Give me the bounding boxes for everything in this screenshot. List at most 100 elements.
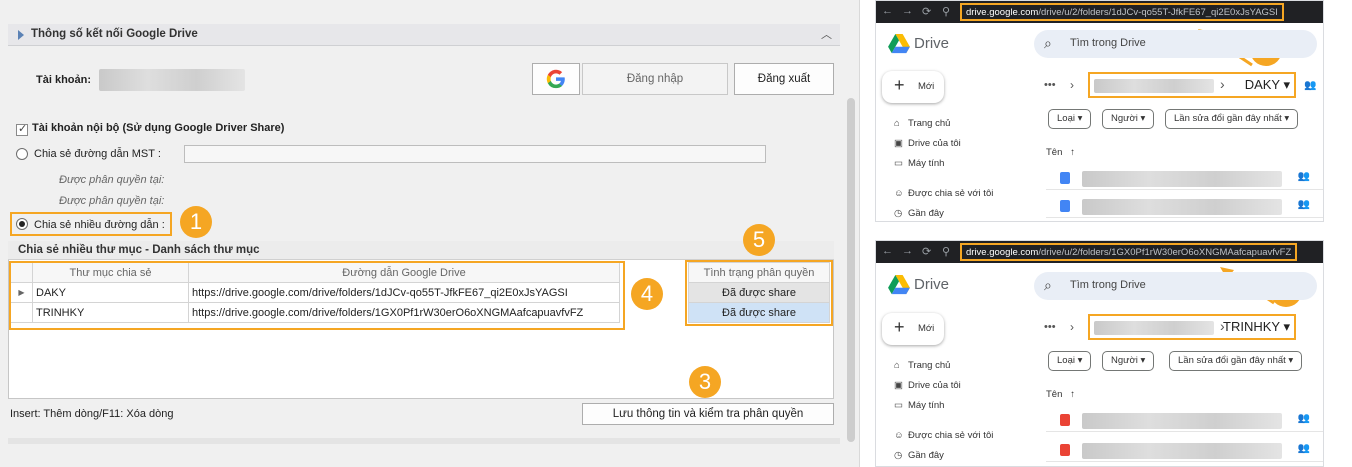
file-row[interactable]: 👥 — [1046, 168, 1323, 190]
google-logo-button[interactable] — [532, 63, 580, 95]
drive-brand: Drive — [914, 276, 950, 293]
status-highlight — [685, 260, 833, 326]
breadcrumb-chevron-icon: › — [1070, 78, 1074, 92]
share-multi-label: Chia sẻ nhiều đường dẫn : — [34, 219, 165, 231]
forward-icon[interactable]: → — [902, 245, 913, 257]
drive-search[interactable]: ⌕ Tìm trong Drive — [1034, 30, 1317, 58]
internal-account-label: Tài khoản nội bộ (Sử dụng Google Driver … — [32, 122, 285, 134]
file-row[interactable]: 👥 — [1046, 410, 1323, 432]
share-mst-radio[interactable] — [16, 148, 28, 163]
section-header[interactable]: Thông số kết nối Google Drive ︿ — [8, 24, 840, 46]
login-button[interactable]: Đăng nhập — [582, 63, 728, 95]
filter-modified[interactable]: Lần sửa đổi gần đây nhất ▾ — [1169, 351, 1303, 371]
filter-type[interactable]: Loại ▾ — [1048, 109, 1092, 129]
sidebar-item-computers[interactable]: ▭ Máy tính — [894, 400, 944, 411]
file-name-redacted — [1082, 413, 1282, 429]
new-button[interactable]: + Mới — [882, 71, 944, 103]
file-row[interactable]: 👥 — [1046, 196, 1323, 218]
shared-icon: ☺ — [894, 188, 904, 199]
computer-icon: ▭ — [894, 158, 903, 169]
account-value-redacted — [99, 69, 245, 91]
share-mst-label: Chia sẻ đường dẫn MST : — [34, 148, 161, 160]
granted-at-label-1: Được phân quyền tại: — [59, 174, 165, 186]
breadcrumb-parent-redacted — [1094, 79, 1214, 93]
computer-icon: ▭ — [894, 400, 903, 411]
home-icon: ⌂ — [894, 118, 900, 129]
new-button[interactable]: + Mới — [882, 313, 944, 345]
section-title: Thông số kết nối Google Drive — [31, 28, 198, 40]
column-name-header[interactable]: Tên ↑ — [1046, 147, 1075, 158]
file-row[interactable]: 👥 — [1046, 440, 1323, 462]
code-file-icon — [1060, 414, 1070, 426]
home-icon: ⌂ — [894, 360, 900, 371]
sidebar-item-shared[interactable]: ☺ Được chia sẻ với tôi — [894, 188, 993, 199]
sidebar-item-home[interactable]: ⌂ Trang chủ — [894, 118, 950, 129]
sidebar-item-home[interactable]: ⌂ Trang chủ — [894, 360, 950, 371]
search-icon: ⌕ — [1044, 35, 1052, 51]
bottom-divider — [8, 438, 840, 444]
share-multi-radio[interactable] — [16, 218, 28, 233]
shared-icon: ☺ — [894, 430, 904, 441]
sidebar-item-recent[interactable]: ◷ Gần đây — [894, 208, 944, 219]
sidebar-item-computers[interactable]: ▭ Máy tính — [894, 158, 944, 169]
expand-triangle-icon — [18, 30, 24, 40]
sidebar-item-recent[interactable]: ◷ Gần đây — [894, 450, 944, 461]
save-and-check-button[interactable]: Lưu thông tin và kiểm tra phân quyền — [582, 403, 834, 425]
clock-icon: ◷ — [894, 450, 903, 461]
search-icon: ⌕ — [1044, 277, 1052, 293]
logout-button[interactable]: Đăng xuất — [734, 63, 834, 95]
breadcrumb-chevron-icon: › — [1070, 320, 1074, 334]
my-drive-icon: ▣ — [894, 138, 903, 149]
folder-grid-title: Chia sẻ nhiều thư mục - Danh sách thư mụ… — [8, 241, 834, 260]
reload-icon[interactable]: ⟳ — [922, 245, 931, 258]
doc-file-icon — [1060, 172, 1070, 184]
share-mst-input[interactable] — [184, 145, 766, 163]
shared-icon: 👥 — [1297, 413, 1310, 424]
sidebar-item-my-drive[interactable]: ▣ Drive của tôi — [894, 380, 961, 391]
internal-account-checkbox[interactable]: ✓ — [16, 122, 28, 137]
plus-icon: + — [894, 317, 905, 337]
forward-icon[interactable]: → — [902, 5, 913, 17]
grid-rows-highlight — [9, 261, 625, 330]
drive-brand: Drive — [914, 35, 950, 52]
sidebar-item-shared[interactable]: ☺ Được chia sẻ với tôi — [894, 430, 993, 441]
reload-icon[interactable]: ⟳ — [922, 5, 931, 18]
collapse-chevron-icon[interactable]: ︿ — [821, 26, 832, 42]
breadcrumb[interactable]: › DAKY ▾ — [1088, 72, 1296, 98]
site-info-icon[interactable]: ⚲ — [942, 5, 950, 18]
address-bar[interactable]: drive.google.com/drive/u/2/folders/1GX0P… — [960, 243, 1298, 261]
current-folder-name[interactable]: TRINHKY ▾ — [1223, 319, 1290, 335]
back-icon[interactable]: ← — [882, 245, 893, 257]
more-icon[interactable]: ••• — [1044, 79, 1056, 91]
address-bar[interactable]: drive.google.com/drive/u/2/folders/1dJCv… — [960, 3, 1284, 21]
browser-bar: ← → ⟳ ⚲ drive.google.com/drive/u/2/folde… — [876, 1, 1323, 23]
step-badge-3: 4 — [631, 278, 663, 310]
doc-file-icon — [1060, 200, 1070, 212]
code-file-icon — [1060, 444, 1070, 456]
breadcrumb[interactable]: › TRINHKY ▾ — [1088, 314, 1296, 340]
current-folder-name[interactable]: DAKY ▾ — [1245, 77, 1290, 93]
sidebar-item-my-drive[interactable]: ▣ Drive của tôi — [894, 138, 961, 149]
vertical-scrollbar[interactable] — [847, 98, 855, 442]
filter-people[interactable]: Người ▾ — [1102, 351, 1155, 371]
share-people-icon[interactable]: 👥 — [1304, 80, 1316, 91]
shared-icon: 👥 — [1297, 443, 1310, 454]
more-icon[interactable]: ••• — [1044, 321, 1056, 333]
filter-modified[interactable]: Lần sửa đổi gần đây nhất ▾ — [1165, 109, 1299, 129]
drive-logo-icon — [888, 34, 910, 54]
breadcrumb-parent-redacted — [1094, 321, 1214, 335]
my-drive-icon: ▣ — [894, 380, 903, 391]
clock-icon: ◷ — [894, 208, 903, 219]
shortcut-hint: Insert: Thêm dòng/F11: Xóa dòng — [10, 408, 174, 420]
step-badge-5: 5 — [743, 224, 775, 256]
filter-people[interactable]: Người ▾ — [1102, 109, 1155, 129]
back-icon[interactable]: ← — [882, 5, 893, 17]
filter-type[interactable]: Loại ▾ — [1048, 351, 1092, 371]
file-name-redacted — [1082, 443, 1282, 459]
site-info-icon[interactable]: ⚲ — [942, 245, 950, 258]
google-g-icon — [546, 69, 565, 89]
drive-search[interactable]: ⌕ Tìm trong Drive — [1034, 272, 1317, 300]
breadcrumb-separator-icon: › — [1220, 76, 1225, 92]
column-name-header[interactable]: Tên ↑ — [1046, 389, 1075, 400]
google-drive-settings-panel: Thông số kết nối Google Drive ︿ Tài khoả… — [0, 0, 860, 467]
